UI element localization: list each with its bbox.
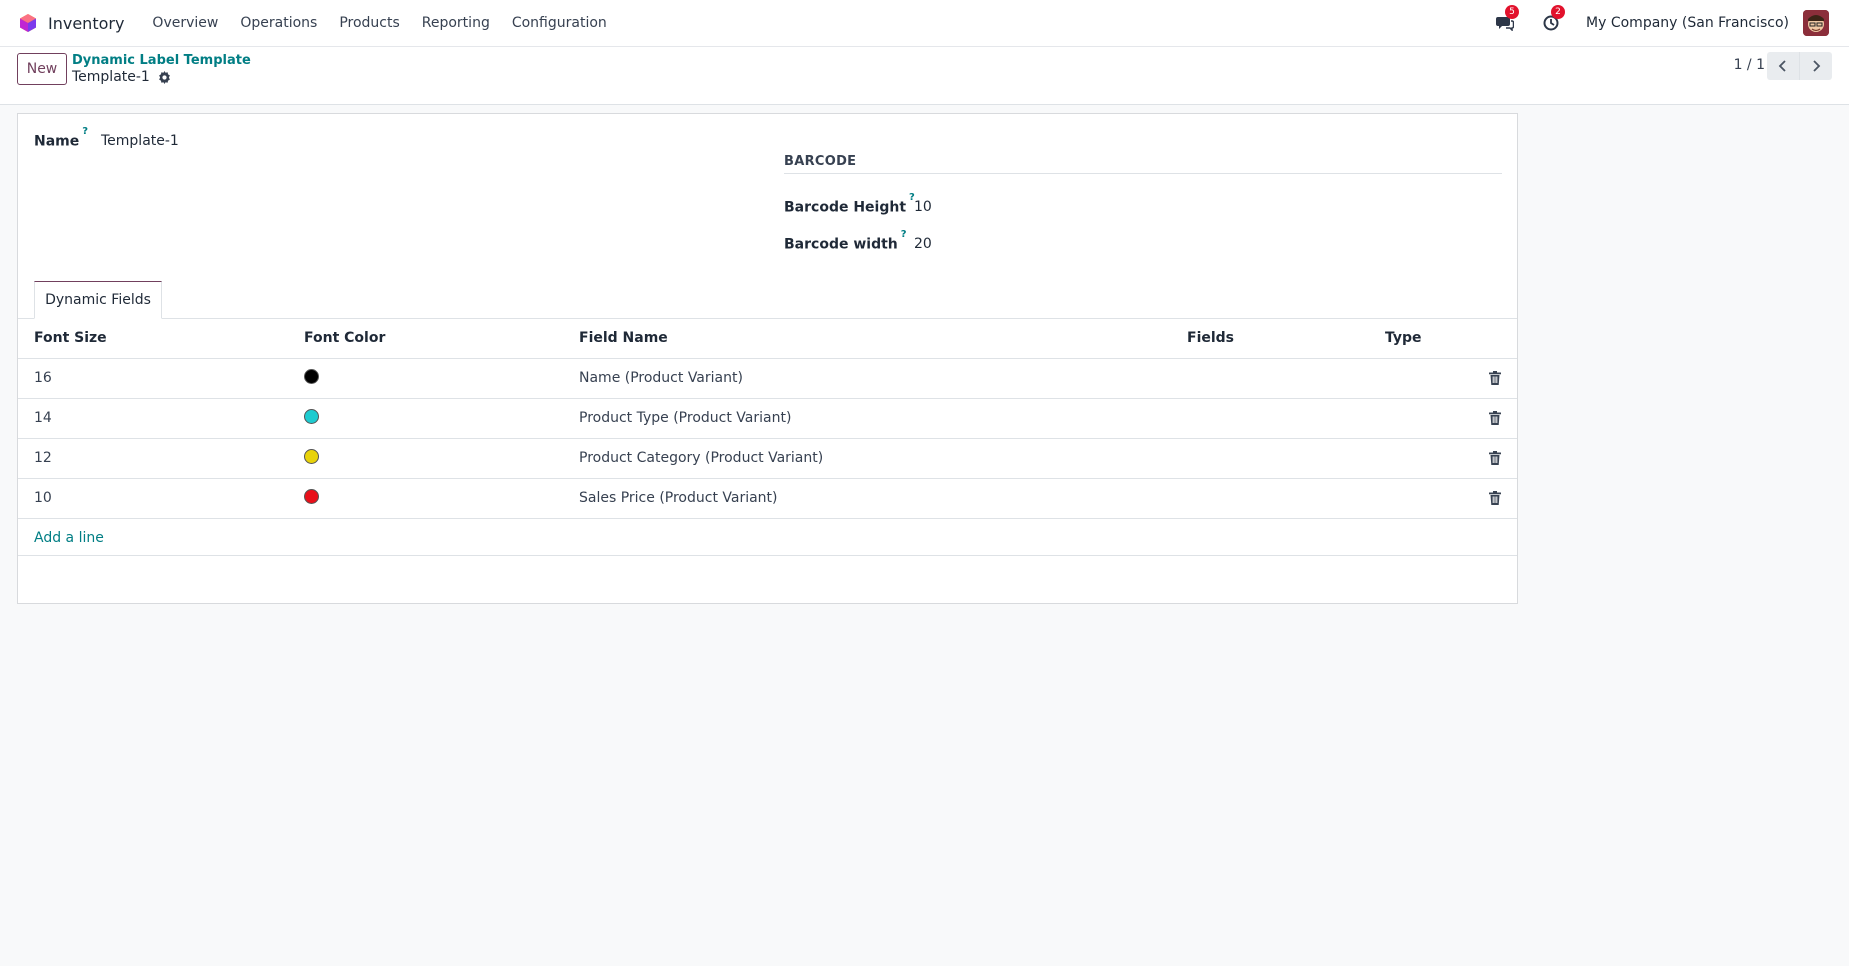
pager-value[interactable]: 1 / 1 [1734, 57, 1765, 73]
chevron-right-icon [1813, 60, 1821, 72]
user-avatar[interactable] [1803, 10, 1829, 36]
tab-dynamic-fields[interactable]: Dynamic Fields [34, 281, 162, 319]
app-name[interactable]: Inventory [48, 14, 124, 33]
column-header-fields[interactable]: Fields [1187, 330, 1234, 346]
add-line-link[interactable]: Add a line [34, 530, 104, 546]
barcode-height-field[interactable]: 10 [914, 199, 932, 215]
name-label-text: Name [34, 133, 80, 150]
menu-overview[interactable]: Overview [152, 15, 218, 31]
font-color-swatch[interactable] [304, 489, 319, 504]
inventory-app-icon[interactable] [18, 13, 38, 33]
messages-badge: 5 [1505, 5, 1520, 19]
messages-button[interactable]: 5 [1494, 5, 1520, 34]
column-header-field-name[interactable]: Field Name [579, 330, 668, 346]
font-size-cell[interactable]: 10 [34, 490, 52, 506]
name-field[interactable]: Template-1 [101, 133, 179, 149]
field-name-cell[interactable]: Name (Product Variant) [579, 370, 743, 386]
form-sheet: Name? Template-1 BARCODE Barcode Height?… [17, 113, 1518, 604]
navbar-left: Inventory Overview Operations Products R… [0, 13, 607, 33]
table-footer-divider [18, 555, 1517, 556]
font-size-cell[interactable]: 14 [34, 410, 52, 426]
company-switcher[interactable]: My Company (San Francisco) [1586, 15, 1789, 31]
top-navbar: Inventory Overview Operations Products R… [0, 0, 1849, 47]
column-header-font-size[interactable]: Font Size [34, 330, 107, 346]
trash-icon[interactable] [1489, 491, 1501, 505]
gear-icon[interactable] [158, 70, 171, 84]
menu-reporting[interactable]: Reporting [422, 15, 490, 31]
barcode-width-label-text: Barcode width [784, 236, 898, 253]
breadcrumb-current: Template-1 [72, 69, 150, 85]
breadcrumb: Template-1 [72, 69, 171, 85]
font-size-cell[interactable]: 16 [34, 370, 52, 386]
field-name-cell[interactable]: Sales Price (Product Variant) [579, 490, 778, 506]
breadcrumb-parent[interactable]: Dynamic Label Template [72, 53, 251, 68]
font-color-swatch[interactable] [304, 449, 319, 464]
barcode-width-field[interactable]: 20 [914, 236, 932, 252]
trash-icon[interactable] [1489, 371, 1501, 385]
column-header-type[interactable]: Type [1385, 330, 1422, 346]
chevron-left-icon [1778, 60, 1786, 72]
field-name-cell[interactable]: Product Type (Product Variant) [579, 410, 791, 426]
new-button[interactable]: New [17, 53, 67, 85]
barcode-group-title: BARCODE [784, 154, 857, 169]
pager-next-button[interactable] [1800, 52, 1832, 80]
pager-buttons [1767, 52, 1832, 80]
table-row[interactable]: 12 Product Category (Product Variant) [18, 439, 1517, 479]
activities-button[interactable]: 2 [1540, 5, 1566, 34]
menu-operations[interactable]: Operations [240, 15, 317, 31]
font-size-cell[interactable]: 12 [34, 450, 52, 466]
table-row[interactable]: 16 Name (Product Variant) [18, 359, 1517, 399]
font-color-swatch[interactable] [304, 409, 319, 424]
trash-icon[interactable] [1489, 411, 1501, 425]
field-name-cell[interactable]: Product Category (Product Variant) [579, 450, 823, 466]
activities-badge: 2 [1551, 5, 1566, 19]
barcode-group-divider [784, 173, 1502, 174]
barcode-width-label: Barcode width? [784, 229, 907, 253]
menu-products[interactable]: Products [339, 15, 399, 31]
barcode-height-label-text: Barcode Height [784, 199, 907, 216]
table-header: Font Size Font Color Field Name Fields T… [18, 319, 1517, 359]
font-color-swatch[interactable] [304, 369, 319, 384]
user-avatar-image [1803, 10, 1829, 36]
control-panel: New Dynamic Label Template Template-1 1 … [0, 47, 1849, 105]
barcode-width-help-icon[interactable]: ? [901, 229, 907, 240]
trash-icon[interactable] [1489, 451, 1501, 465]
systray: 5 2 My Company (San Francisco) [1494, 0, 1849, 46]
name-help-icon[interactable]: ? [82, 126, 88, 137]
barcode-height-label: Barcode Height? [784, 192, 915, 216]
pager-previous-button[interactable] [1767, 52, 1800, 80]
table-row[interactable]: 10 Sales Price (Product Variant) [18, 479, 1517, 519]
name-label: Name? [34, 126, 88, 150]
column-header-font-color[interactable]: Font Color [304, 330, 385, 346]
menu-configuration[interactable]: Configuration [512, 15, 607, 31]
table-row[interactable]: 14 Product Type (Product Variant) [18, 399, 1517, 439]
